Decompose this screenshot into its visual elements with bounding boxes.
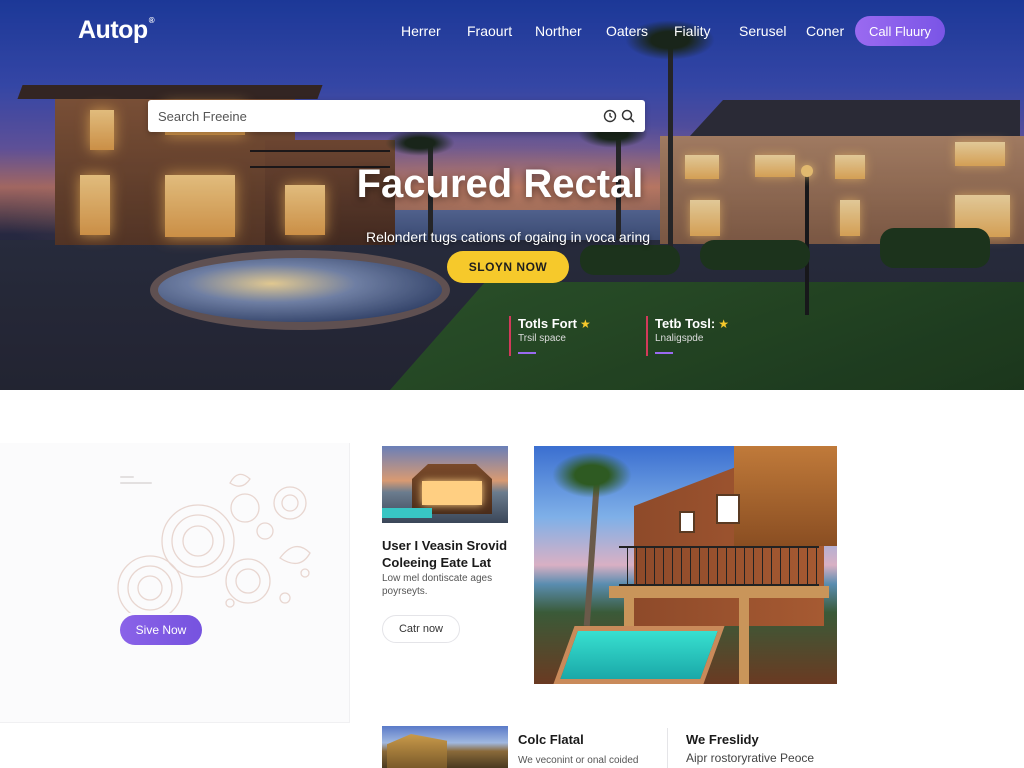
stat-subtitle: Lnaligspde — [655, 333, 704, 344]
stat-item-1: Totls Fort ★ Trsil space — [509, 316, 591, 356]
search-bar — [148, 100, 645, 132]
nav-item-7[interactable]: Coner — [806, 23, 844, 39]
divider — [667, 728, 668, 768]
listing-title: User I Veasin Srovid Coleeing Eate Lat — [382, 538, 508, 570]
nav-item-3[interactable]: Norther — [535, 23, 582, 39]
stat-item-2: Tetb Tosl: ★ Lnaligspde — [646, 316, 729, 356]
search-input[interactable] — [158, 100, 578, 132]
stat-underline — [518, 352, 536, 354]
hero-subtitle: Relondert tugs cations of ogaing in voca… — [365, 229, 651, 245]
listing-cta-button[interactable]: Catr now — [382, 615, 460, 643]
listing-thumbnail[interactable] — [382, 446, 508, 523]
listing-description: Low mel dontiscate ages poyrseyts. — [382, 573, 493, 597]
section-description-2: Aipr rostoryrative Peoce — [686, 751, 815, 765]
listing-thumbnail-2[interactable] — [382, 726, 508, 768]
search-icon[interactable] — [621, 109, 635, 123]
logo-text: Autop — [78, 16, 148, 44]
stat-title: Tetb Tosl: — [655, 316, 716, 331]
promo-panel: Sive Now — [0, 443, 350, 723]
star-icon: ★ — [718, 317, 729, 331]
hero-banner: Autop® Herrer Fraourt Norther Oaters Fia… — [0, 0, 1024, 390]
nav-item-1[interactable]: Herrer — [401, 23, 441, 39]
call-button[interactable]: Call Fluury — [855, 16, 945, 46]
section-title: Colc Flatal — [518, 732, 584, 747]
nav-item-6[interactable]: Serusel — [739, 23, 786, 39]
nav-item-2[interactable]: Fraourt — [467, 23, 512, 39]
floral-illustration — [117, 473, 311, 613]
hero-title: Facured Rectal — [356, 162, 644, 206]
nav-item-5[interactable]: Fiality — [674, 23, 711, 39]
save-now-button[interactable]: Sive Now — [120, 615, 202, 645]
logo-mark: ® — [148, 16, 155, 25]
section-title-2: We Freslidy — [686, 732, 759, 747]
hero-cta-button[interactable]: SLOYN NOW — [447, 251, 569, 283]
stat-subtitle: Trsil space — [518, 333, 566, 344]
logo[interactable]: Autop® — [78, 16, 155, 45]
section-description: We veconint or onal coided — [518, 755, 639, 766]
clock-icon[interactable] — [603, 109, 617, 123]
star-icon: ★ — [579, 317, 591, 331]
stat-underline — [655, 352, 673, 354]
stat-title: Totls Fort — [518, 316, 577, 331]
nav-item-4[interactable]: Oaters — [606, 23, 648, 39]
featured-property-image[interactable] — [534, 446, 837, 684]
